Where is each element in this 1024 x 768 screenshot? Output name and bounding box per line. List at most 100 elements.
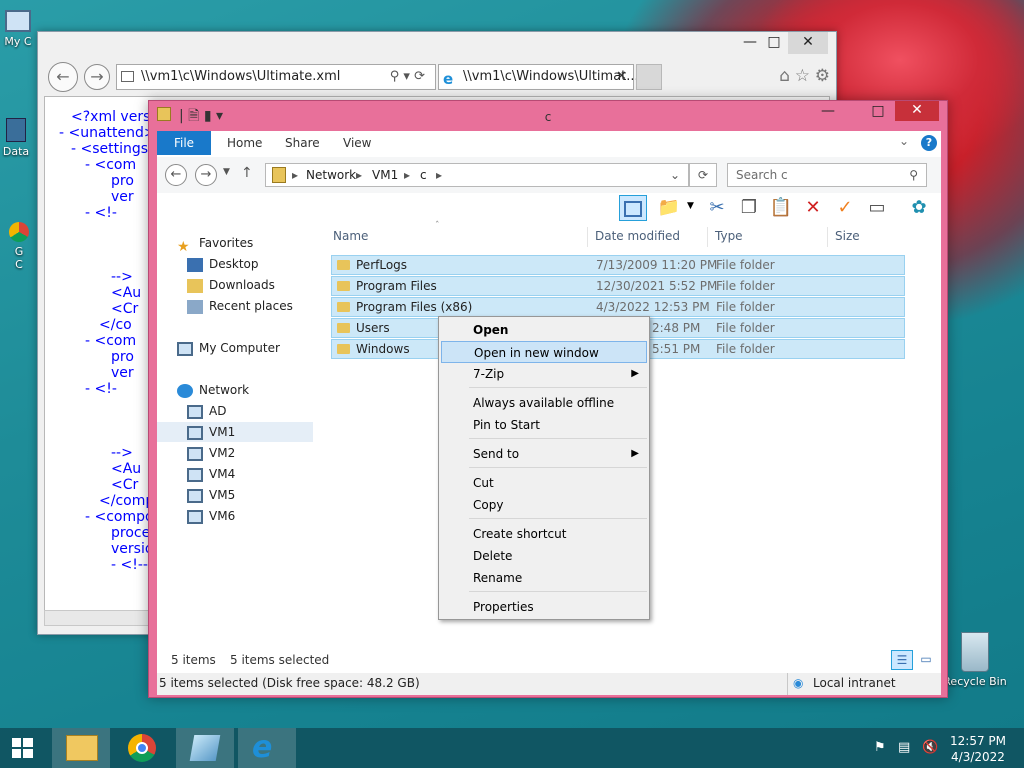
column-name[interactable]: Name [333,229,368,243]
globe-icon: ◉ [793,676,804,690]
taskbar-app[interactable] [176,728,234,768]
file-row[interactable]: Program Files (x86) 4/3/2022 12:53 PM Fi… [331,297,905,317]
dropdown-icon[interactable]: ▼ [687,201,694,211]
menu-item-always-available-offline[interactable]: Always available offline [441,392,647,414]
menu-item-cut[interactable]: Cut [441,472,647,494]
menu-item-7zip[interactable]: 7-Zip ▶ [441,363,647,385]
tab-home[interactable]: Home [227,131,262,155]
file-row[interactable]: PerfLogs 7/13/2009 11:20 PM File folder [331,255,905,275]
menu-item-open-in-new-window[interactable]: Open in new window [441,341,647,363]
xml-line: <Cr [111,477,139,493]
nav-computer-vm2[interactable]: VM2 [187,443,235,463]
search-icon[interactable]: ⚲ [909,164,918,186]
refresh-button[interactable]: ⟳ [689,163,717,187]
nav-recent-places[interactable]: Recent places [187,296,293,316]
nav-label: Recent places [209,299,293,313]
network-tray-icon[interactable]: ▤ [898,740,910,755]
cut-icon[interactable]: ✂ [703,195,731,221]
menu-item-send-to[interactable]: Send to ▶ [441,443,647,465]
recent-locations-icon[interactable]: ▼ [223,167,230,177]
new-tab-button[interactable] [636,64,662,90]
nav-computer-vm5[interactable]: VM5 [187,485,235,505]
paste-icon[interactable]: 📋 [767,195,795,221]
taskbar-file-explorer[interactable] [52,728,110,768]
preview-pane-button[interactable] [619,195,647,221]
taskbar-chrome[interactable] [114,728,172,768]
minimize-button[interactable]: — [815,101,841,123]
gear-icon[interactable]: ⚙ [815,66,830,86]
ie-close-button[interactable]: ✕ [788,32,828,54]
up-arrow-icon[interactable]: ↑ [241,165,253,181]
taskbar-internet-explorer[interactable]: e [238,728,296,768]
menu-item-create-shortcut[interactable]: Create shortcut [441,523,647,545]
ribbon-expand-icon[interactable]: ⌄ [899,134,909,148]
rename-check-icon[interactable]: ✓ [831,195,859,221]
ie-forward-button[interactable]: → [84,64,110,90]
breadcrumb-network[interactable]: Network [306,168,356,182]
nav-downloads[interactable]: Downloads [187,275,275,295]
ie-back-button[interactable]: ← [48,62,78,92]
ie-maximize-button[interactable]: □ [762,32,786,54]
close-button[interactable]: ✕ [895,101,939,121]
column-date-modified[interactable]: Date modified [595,229,680,243]
desktop-icon-recycle-bin[interactable]: Recycle Bin [940,632,1010,688]
menu-item-delete[interactable]: Delete [441,545,647,567]
nav-my-computer[interactable]: My Computer [177,338,280,358]
favorites-star-icon[interactable]: ☆ [795,66,810,86]
file-name: Program Files (x86) [356,300,473,314]
address-dropdown-icon[interactable]: ⌄ [670,168,680,182]
help-icon[interactable]: ? [921,135,937,151]
large-icons-view-button[interactable]: ▭ [915,650,937,670]
copy-icon[interactable]: ❐ [735,195,763,221]
maximize-button[interactable]: □ [865,101,891,123]
xml-line: - <com [85,157,137,173]
menu-item-rename[interactable]: Rename [441,567,647,589]
item-count: 5 items [171,653,216,667]
column-type[interactable]: Type [715,229,743,243]
menu-item-pin-to-start[interactable]: Pin to Start [441,414,647,436]
ie-minimize-button[interactable]: — [738,32,762,54]
desktop-icon-data[interactable]: Data [0,118,32,158]
nav-desktop[interactable]: Desktop [187,254,259,274]
menu-item-open[interactable]: Open [441,319,647,341]
nav-network[interactable]: Network [177,380,249,400]
file-row[interactable]: Program Files 12/30/2021 5:52 PM File fo… [331,276,905,296]
nav-favorites[interactable]: ★ Favorites [177,233,253,255]
menu-item-properties[interactable]: Properties [441,596,647,618]
start-button[interactable] [0,728,48,768]
system-clock[interactable]: 12:57 PM 4/3/2022 [950,733,1006,765]
properties-icon[interactable]: ▭ [863,195,891,221]
delete-icon[interactable]: ✕ [799,195,827,221]
address-bar[interactable]: ▸ Network ▸ VM1 ▸ c ▸ ⌄ [265,163,689,187]
ie-tab[interactable]: e \\vm1\c\Windows\Ultimat... ✕ [438,64,639,90]
menu-item-copy[interactable]: Copy [441,494,647,516]
nav-computer-vm6[interactable]: VM6 [187,506,235,526]
nav-computer-ad[interactable]: AD [187,401,226,421]
volume-muted-icon[interactable]: 🔇 [922,740,938,755]
nav-computer-vm1[interactable]: VM1 [157,422,313,442]
tab-view[interactable]: View [343,131,371,155]
back-button[interactable]: ← [165,164,187,186]
folder-icon [337,302,350,312]
properties-folder-icon[interactable]: 📁 [655,195,683,221]
action-center-flag-icon[interactable]: ⚑ [874,740,886,755]
desktop-icon-chrome[interactable]: G C [6,222,32,271]
details-view-button[interactable]: ☰ [891,650,913,670]
explorer-title-bar[interactable]: | 🗎 ▮ ▾ c — □ ✕ [149,101,947,131]
search-input[interactable]: Search c ⚲ [727,163,927,187]
tab-share[interactable]: Share [285,131,320,155]
breadcrumb-c[interactable]: c [420,168,427,182]
xml-line: ver [111,189,134,205]
tab-close-icon[interactable]: ✕ [616,65,627,89]
home-icon[interactable]: ⌂ [779,66,790,86]
ie-address-bar[interactable]: \\vm1\c\Windows\Ultimate.xml ⚲ ▾ ⟳ [116,64,436,90]
ie-horizontal-scrollbar[interactable] [44,610,164,626]
column-size[interactable]: Size [835,229,860,243]
forward-button[interactable]: → [195,164,217,186]
desktop-icon-my-computer[interactable]: My C [0,10,36,48]
breadcrumb-vm1[interactable]: VM1 [372,168,398,182]
search-dropdown-icon[interactable]: ⚲ ▾ ⟳ [390,65,425,89]
shell-icon[interactable]: ✿ [905,195,933,221]
tab-file[interactable]: File [157,131,211,155]
nav-computer-vm4[interactable]: VM4 [187,464,235,484]
